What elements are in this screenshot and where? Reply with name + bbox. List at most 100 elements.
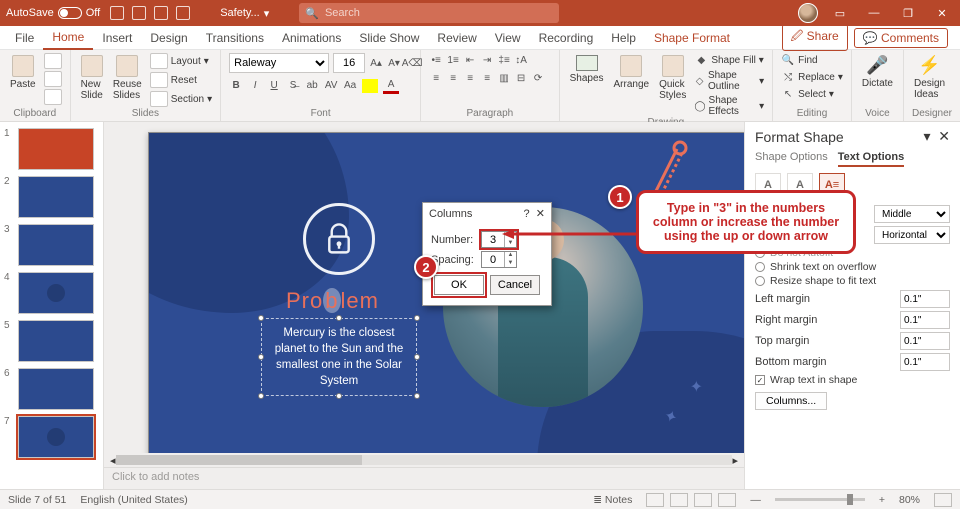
language-status[interactable]: English (United States) (80, 494, 187, 506)
change-case-button[interactable]: Aa (343, 79, 357, 93)
spacing-spinner[interactable]: ▲▼ (481, 251, 517, 268)
normal-view-button[interactable] (646, 493, 664, 507)
font-color-button[interactable]: A (383, 77, 399, 94)
tab-review[interactable]: Review (428, 27, 485, 49)
opt-shrink[interactable]: Shrink text on overflow (755, 261, 950, 273)
columns-button[interactable]: ▥ (497, 71, 511, 85)
new-slide-button[interactable]: New Slide (79, 53, 105, 103)
font-family-select[interactable]: Raleway (229, 53, 329, 73)
right-margin-input[interactable] (900, 311, 950, 329)
shape-effects-button[interactable]: ◯Shape Effects ▾ (694, 95, 764, 117)
start-slideshow-icon[interactable] (176, 6, 190, 20)
spin-down-icon[interactable]: ▼ (505, 240, 516, 248)
tab-transitions[interactable]: Transitions (197, 27, 273, 49)
thumbnail-3[interactable]: 3 (4, 224, 99, 266)
line-spacing-button[interactable]: ‡≡ (497, 53, 511, 67)
maximize-button[interactable]: ❐ (896, 3, 920, 23)
thumbnail-7[interactable]: 7 (4, 416, 99, 458)
scroll-right-icon[interactable]: ▸ (732, 454, 738, 467)
reuse-slides-button[interactable]: Reuse Slides (111, 53, 144, 103)
bottom-margin-input[interactable] (900, 353, 950, 371)
slide-title[interactable]: Problem (286, 288, 379, 314)
slide-thumbnails[interactable]: 1 2 3 4 5 6 7 (0, 122, 104, 489)
tab-design[interactable]: Design (141, 27, 196, 49)
slide-textbox[interactable]: Mercury is the closest planet to the Sun… (261, 318, 417, 396)
spin-down-icon[interactable]: ▼ (505, 260, 516, 268)
shapes-button[interactable]: Shapes (568, 53, 606, 86)
bold-button[interactable]: B (229, 79, 243, 93)
tab-insert[interactable]: Insert (93, 27, 141, 49)
highlight-button[interactable] (362, 79, 378, 93)
thumbnail-5[interactable]: 5 (4, 320, 99, 362)
notes-pane[interactable]: Click to add notes (104, 467, 744, 489)
dialog-help-icon[interactable]: ? (524, 208, 530, 220)
wrap-text-check[interactable]: ✓Wrap text in shape (755, 374, 950, 386)
thumbnail-2[interactable]: 2 (4, 176, 99, 218)
thumbnail-6[interactable]: 6 (4, 368, 99, 410)
opt-resize[interactable]: Resize shape to fit text (755, 275, 950, 287)
dialog-close-icon[interactable]: ✕ (536, 207, 545, 220)
char-spacing-button[interactable]: AV (324, 79, 338, 93)
undo-icon[interactable] (132, 6, 146, 20)
italic-button[interactable]: I (248, 79, 262, 93)
text-direction-button[interactable]: ↕A (514, 53, 528, 67)
align-left-button[interactable]: ≡ (429, 71, 443, 85)
cancel-button[interactable]: Cancel (490, 275, 540, 295)
reading-view-button[interactable] (694, 493, 712, 507)
tab-recording[interactable]: Recording (530, 27, 603, 49)
zoom-slider[interactable] (775, 498, 865, 501)
slideshow-view-button[interactable] (718, 493, 736, 507)
bullets-button[interactable]: •≡ (429, 53, 443, 67)
slide-counter[interactable]: Slide 7 of 51 (8, 494, 66, 506)
align-text-button[interactable]: ⊟ (514, 71, 528, 85)
find-button[interactable]: 🔍Find (781, 53, 817, 67)
indent-inc-button[interactable]: ⇥ (480, 53, 494, 67)
align-center-button[interactable]: ≡ (446, 71, 460, 85)
tab-home[interactable]: Home (43, 26, 93, 50)
sorter-view-button[interactable] (670, 493, 688, 507)
font-size-input[interactable] (333, 53, 365, 73)
section-button[interactable]: Section ▾ (150, 91, 212, 107)
textdir-select[interactable]: Horizontal (874, 226, 950, 244)
close-button[interactable]: ✕ (930, 3, 954, 23)
decrease-font-icon[interactable]: A▾ (387, 56, 401, 70)
spacing-input[interactable] (482, 252, 504, 267)
panel-close-icon[interactable]: ✕ (938, 128, 950, 145)
arrange-button[interactable]: Arrange (612, 53, 652, 92)
autosave-toggle[interactable]: AutoSave Off (6, 7, 100, 19)
tab-view[interactable]: View (486, 27, 530, 49)
tab-shape-format[interactable]: Shape Format (645, 27, 739, 49)
panel-dropdown-icon[interactable]: ▾ (923, 128, 930, 145)
zoom-in-button[interactable]: + (879, 494, 885, 506)
thumbnail-1[interactable]: 1 (4, 128, 99, 170)
save-icon[interactable] (110, 6, 124, 20)
paste-button[interactable]: Paste (8, 53, 38, 92)
align-right-button[interactable]: ≡ (463, 71, 477, 85)
layout-button[interactable]: Layout ▾ (150, 53, 212, 69)
indent-dec-button[interactable]: ⇤ (463, 53, 477, 67)
top-margin-input[interactable] (900, 332, 950, 350)
zoom-level[interactable]: 80% (899, 494, 920, 506)
dictate-button[interactable]: 🎤Dictate (860, 53, 895, 91)
underline-button[interactable]: U (267, 79, 281, 93)
spin-up-icon[interactable]: ▲ (505, 252, 516, 260)
horizontal-scrollbar[interactable]: ◂ ▸ (104, 453, 744, 467)
tab-help[interactable]: Help (602, 27, 645, 49)
strike-button[interactable]: S̶ (286, 79, 300, 93)
shadow-button[interactable]: ab (305, 79, 319, 93)
document-name[interactable]: Safety... ▾ (220, 7, 269, 20)
share-button[interactable]: 🖉 Share (782, 24, 848, 51)
cut-button[interactable] (44, 53, 62, 69)
tab-slideshow[interactable]: Slide Show (350, 27, 428, 49)
scroll-thumb[interactable] (116, 455, 363, 465)
shape-outline-button[interactable]: ◇Shape Outline ▾ (694, 70, 764, 92)
select-button[interactable]: ↖Select ▾ (781, 87, 834, 101)
reset-button[interactable]: Reset (150, 72, 212, 88)
copy-button[interactable] (44, 71, 62, 87)
format-painter-button[interactable] (44, 89, 62, 105)
thumbnail-4[interactable]: 4 (4, 272, 99, 314)
smartart-button[interactable]: ⟳ (531, 71, 545, 85)
replace-button[interactable]: ⤭Replace ▾ (781, 70, 843, 84)
justify-button[interactable]: ≡ (480, 71, 494, 85)
zoom-out-button[interactable]: — (750, 494, 761, 506)
